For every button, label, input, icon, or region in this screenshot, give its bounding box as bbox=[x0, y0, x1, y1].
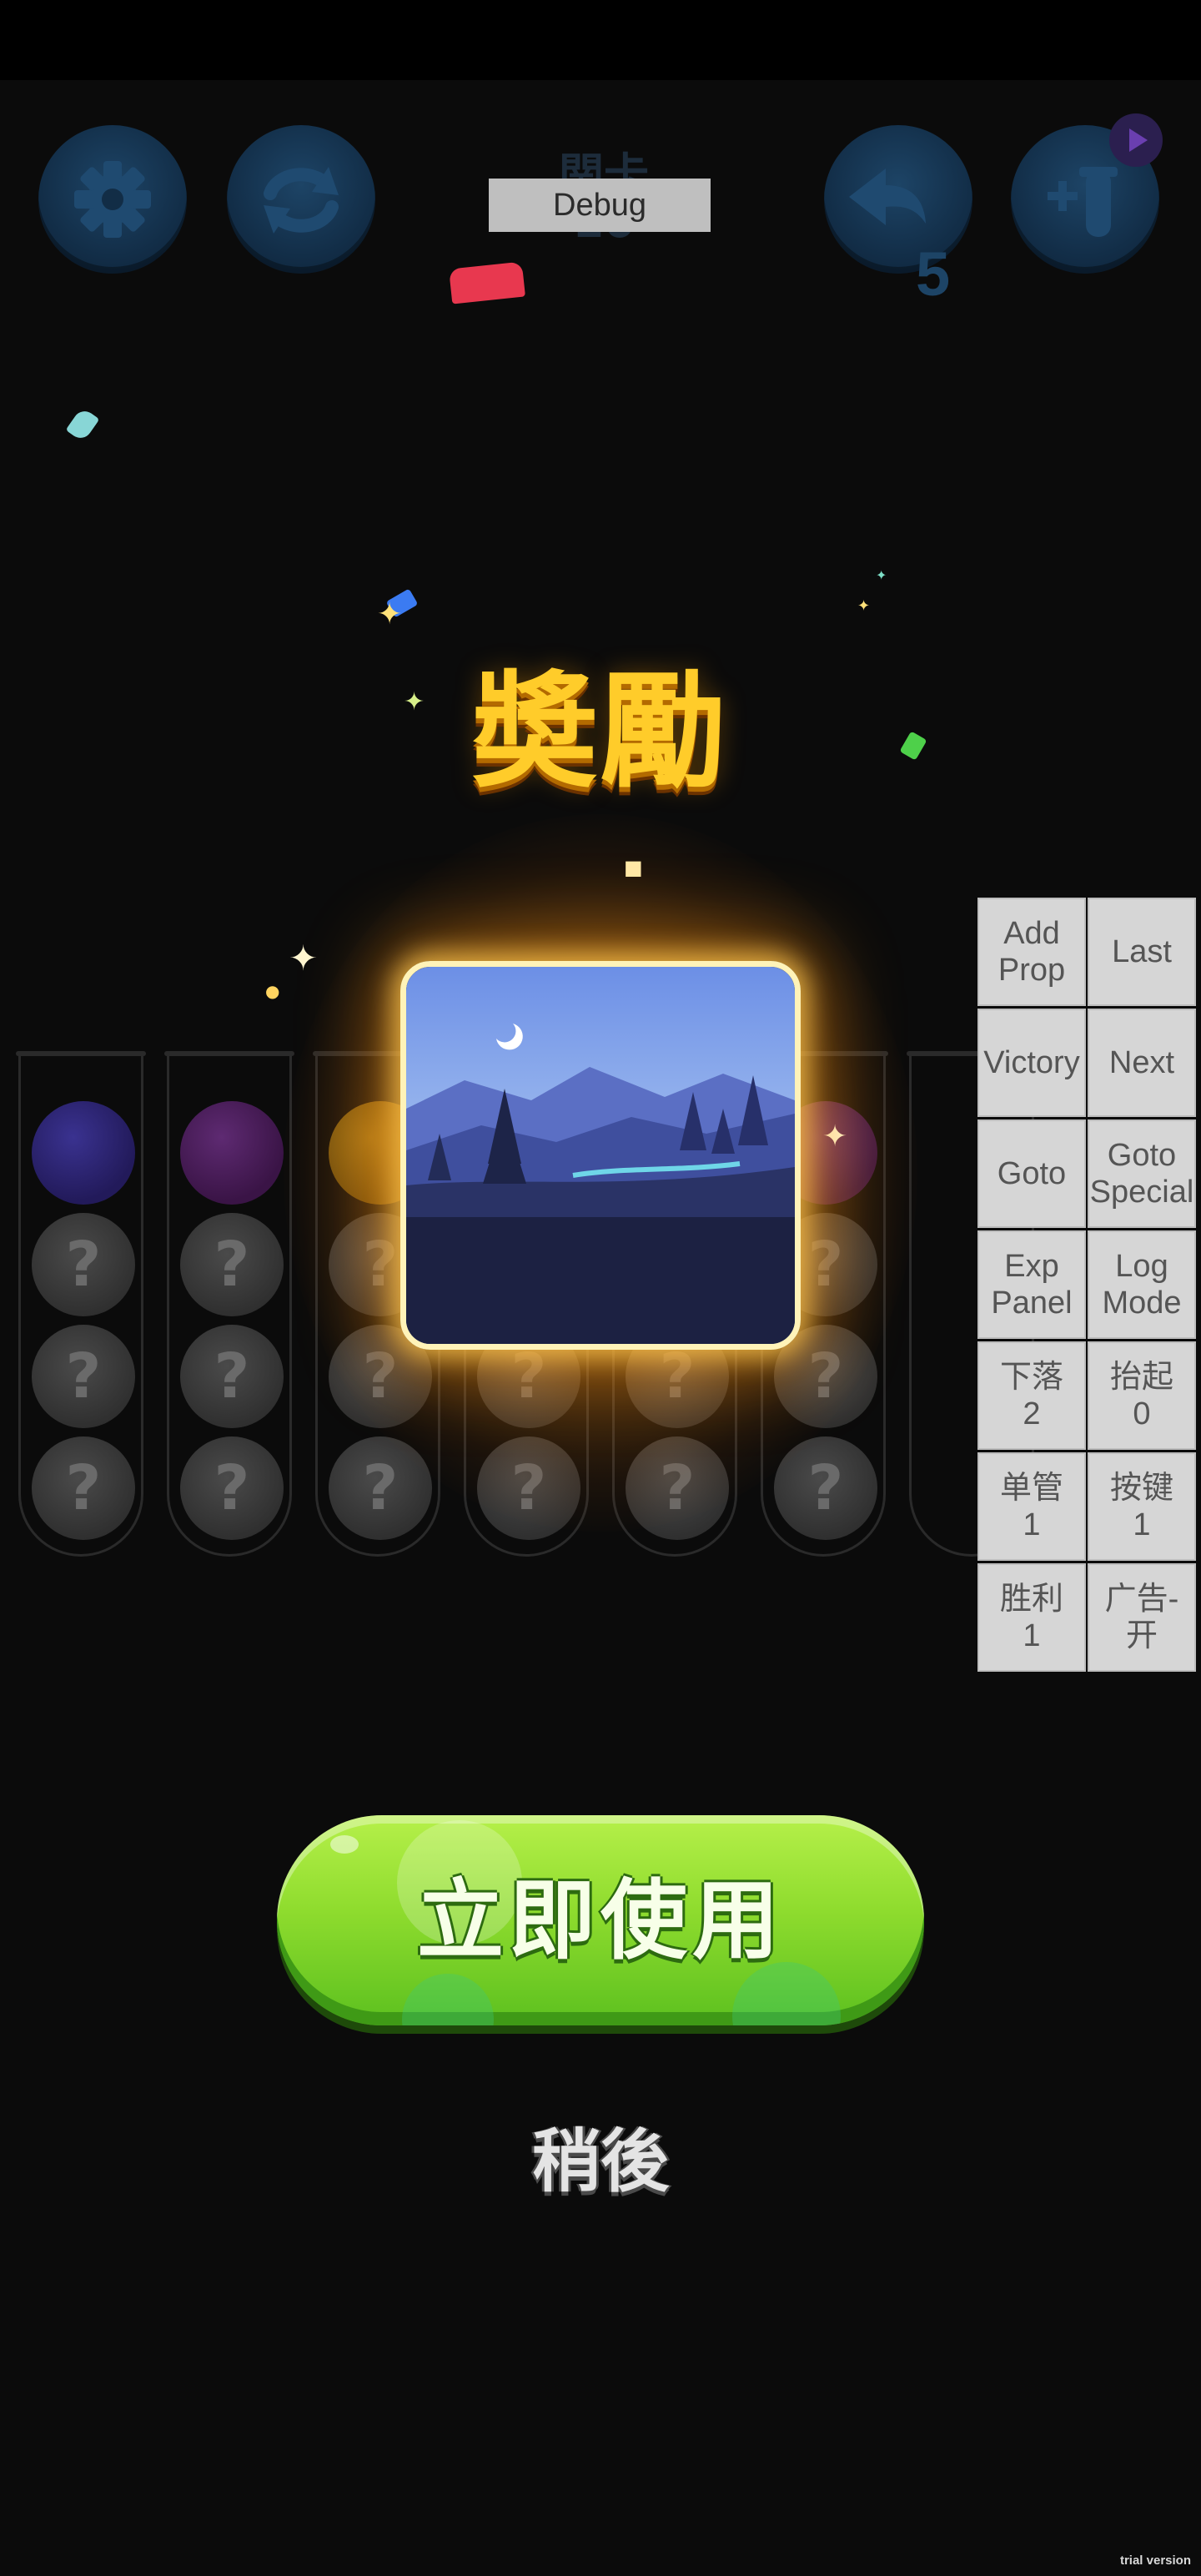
hidden-ball: ? bbox=[180, 1213, 284, 1316]
drop-button[interactable]: 下落 2 bbox=[977, 1341, 1086, 1450]
goto-special-button[interactable]: Goto Special bbox=[1088, 1119, 1196, 1228]
confetti-piece bbox=[65, 406, 100, 443]
use-now-button[interactable]: 立即使用 bbox=[277, 1815, 924, 2025]
goto-button[interactable]: Goto bbox=[977, 1119, 1086, 1228]
lift-button[interactable]: 抬起 0 bbox=[1088, 1341, 1196, 1450]
game-screen: 関卡 10 Debug 5 ✦ ✦ ✦ ✦ 奬勵 ? ? ? ? ? bbox=[0, 80, 1201, 2576]
reward-title: 奬勵 bbox=[471, 660, 729, 805]
hidden-ball: ? bbox=[32, 1213, 135, 1316]
sparkle-icon: ✦ bbox=[289, 938, 319, 979]
reward-item-card bbox=[400, 961, 801, 1350]
last-button[interactable]: Last bbox=[1088, 898, 1196, 1006]
next-button[interactable]: Next bbox=[1088, 1009, 1196, 1117]
sparkle-icon: ✦ bbox=[377, 597, 403, 631]
gear-icon bbox=[74, 161, 151, 238]
confetti-piece bbox=[899, 731, 927, 761]
hidden-ball: ? bbox=[32, 1325, 135, 1428]
sparkle-icon: ✦ bbox=[876, 567, 887, 583]
hidden-ball: ? bbox=[180, 1436, 284, 1540]
undo-count: 5 bbox=[916, 239, 951, 309]
confetti-piece bbox=[449, 261, 525, 304]
tube[interactable]: ? ? ? bbox=[164, 1051, 294, 1557]
debug-button[interactable]: Debug bbox=[489, 179, 711, 232]
later-button[interactable]: 稍後 bbox=[467, 2106, 734, 2205]
exp-panel-button[interactable]: Exp Panel bbox=[977, 1230, 1086, 1339]
trial-watermark: trial version bbox=[1119, 2553, 1191, 2568]
ball bbox=[180, 1101, 284, 1205]
ads-toggle-button[interactable]: 广告-开 bbox=[1088, 1563, 1196, 1672]
settings-button[interactable] bbox=[38, 125, 187, 274]
refresh-icon bbox=[264, 167, 339, 234]
win-button[interactable]: 胜利 1 bbox=[977, 1563, 1086, 1672]
sparkle-icon: ✦ bbox=[404, 687, 425, 717]
play-video-icon[interactable] bbox=[1109, 113, 1163, 167]
use-now-label: 立即使用 bbox=[416, 1869, 784, 1971]
sparkle-icon: ✦ bbox=[857, 597, 871, 615]
victory-button[interactable]: Victory bbox=[977, 1009, 1086, 1117]
sparkle-icon: ● bbox=[265, 981, 280, 1001]
hidden-ball: ? bbox=[32, 1436, 135, 1540]
log-mode-button[interactable]: Log Mode bbox=[1088, 1230, 1196, 1339]
restart-button[interactable] bbox=[227, 125, 375, 274]
add-prop-button[interactable]: Add Prop bbox=[977, 898, 1086, 1006]
key-button[interactable]: 按键 1 bbox=[1088, 1452, 1196, 1561]
night-landscape-theme-icon bbox=[406, 967, 795, 1344]
single-tube-button[interactable]: 单管 1 bbox=[977, 1452, 1086, 1561]
undo-arrow-icon bbox=[849, 169, 926, 225]
hidden-ball: ? bbox=[180, 1325, 284, 1428]
undo-button[interactable] bbox=[824, 125, 972, 274]
tube[interactable]: ? ? ? bbox=[16, 1051, 146, 1557]
sparkle-icon: ✦ bbox=[822, 1119, 848, 1154]
sparkle-icon: ■ bbox=[624, 856, 643, 879]
ball bbox=[32, 1101, 135, 1205]
